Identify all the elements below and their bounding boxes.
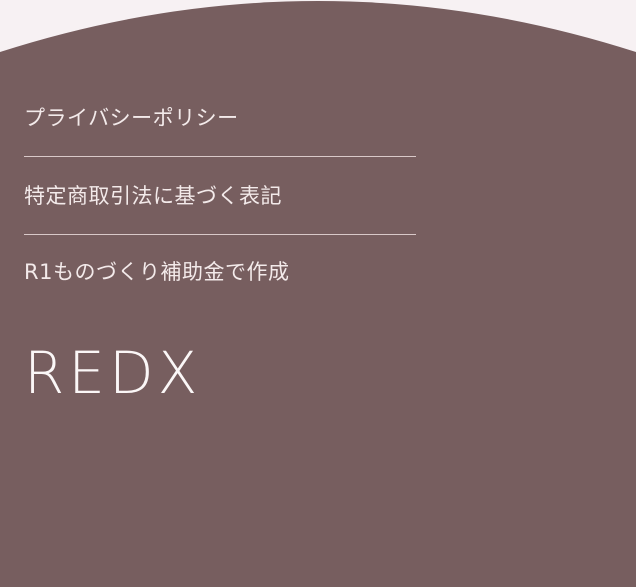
divider [24,234,416,235]
redx-logo[interactable]: REDX [24,343,201,403]
subsidy-info-link[interactable]: R1ものづくり補助金で作成 [24,257,289,287]
footer-curved-background [0,1,636,587]
footer-background-shape [0,1,636,587]
commercial-transactions-link[interactable]: 特定商取引法に基づく表記 [24,181,282,211]
page: プライバシーポリシー 特定商取引法に基づく表記 R1ものづくり補助金で作成 RE… [0,0,636,587]
divider [24,156,416,157]
privacy-policy-link[interactable]: プライバシーポリシー [24,103,239,133]
